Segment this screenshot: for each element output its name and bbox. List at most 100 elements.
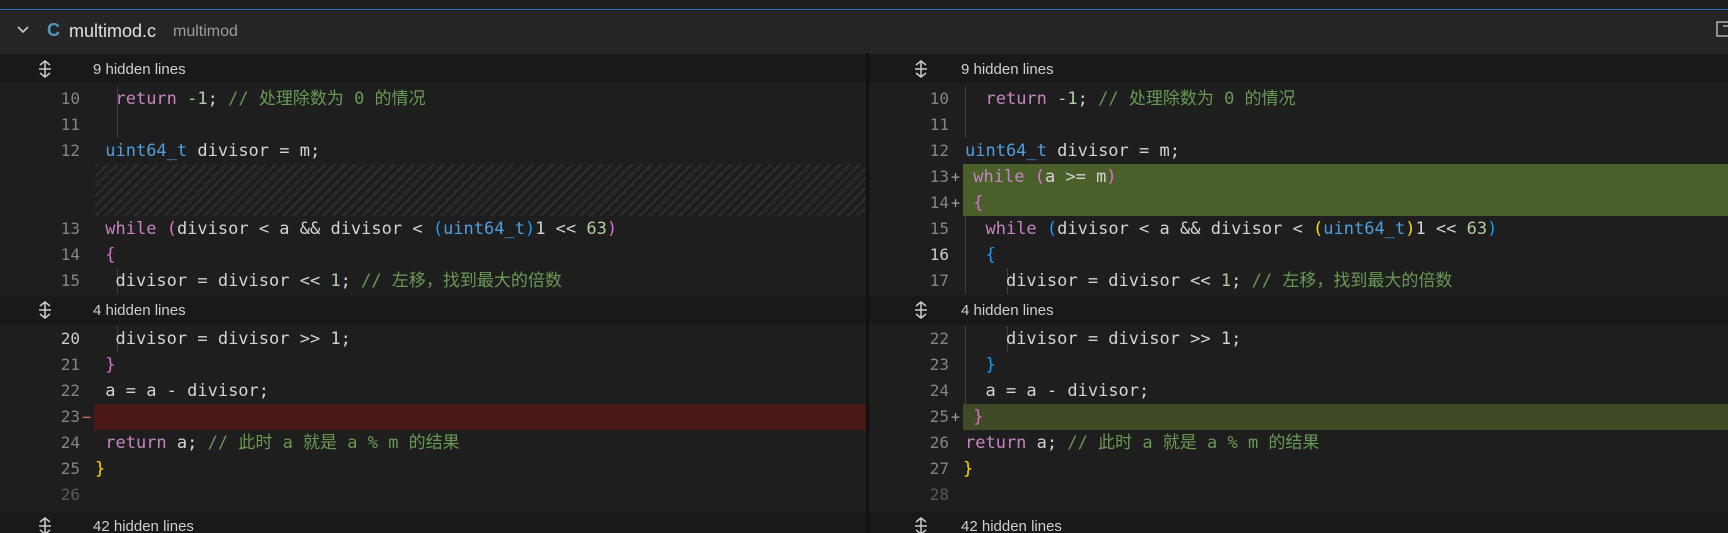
file-name[interactable]: multimod.c: [69, 21, 156, 42]
code-line[interactable]: 27 }: [869, 456, 1728, 482]
hidden-lines-bar[interactable]: 9 hidden lines: [0, 55, 866, 83]
indent-guide: [117, 112, 118, 138]
code-text[interactable]: }: [95, 456, 866, 482]
line-number: 26: [929, 433, 949, 452]
code-text[interactable]: a = a - divisor;: [95, 378, 866, 404]
code-text[interactable]: }: [963, 404, 1728, 430]
hidden-lines-label: 4 hidden lines: [961, 302, 1054, 319]
unfold-icon[interactable]: [912, 517, 930, 533]
hidden-lines-bar[interactable]: 4 hidden lines: [869, 296, 1728, 324]
code-text[interactable]: return a; // 此时 a 就是 a % m 的结果: [965, 430, 1728, 456]
hidden-lines-bar[interactable]: 9 hidden lines: [869, 55, 1728, 83]
unfold-icon[interactable]: [36, 301, 54, 319]
line-number: 17: [929, 271, 949, 290]
hidden-lines-label: 9 hidden lines: [93, 61, 186, 78]
hidden-lines-bar[interactable]: 42 hidden lines: [869, 512, 1728, 533]
code-line[interactable]: 24 a = a - divisor;: [869, 378, 1728, 404]
code-line[interactable]: 13 while (divisor < a && divisor < (uint…: [0, 216, 866, 242]
code-line[interactable]: 12 uint64_t divisor = m;: [869, 138, 1728, 164]
code-line[interactable]: 11: [0, 112, 866, 138]
c-language-icon: C: [47, 20, 60, 40]
modified-editor-pane[interactable]: 9 hidden lines 10 return -1; // 处理除数为 0 …: [869, 53, 1728, 533]
line-number: 23: [60, 407, 80, 426]
code-line[interactable]: 12 uint64_t divisor = m;: [0, 138, 866, 164]
line-number: 14: [929, 193, 949, 212]
code-text[interactable]: a = a - divisor;: [965, 378, 1728, 404]
code-text[interactable]: divisor = divisor >> 1;: [95, 326, 866, 352]
code-line[interactable]: 21 }: [0, 352, 866, 378]
code-text[interactable]: return -1; // 处理除数为 0 的情况: [965, 86, 1728, 112]
code-text[interactable]: while (divisor < a && divisor < (uint64_…: [965, 216, 1728, 242]
code-text[interactable]: }: [963, 456, 1728, 482]
code-text[interactable]: return a; // 此时 a 就是 a % m 的结果: [95, 430, 866, 456]
code-text[interactable]: }: [95, 352, 866, 378]
line-number: 11: [60, 115, 80, 134]
code-line[interactable]: 23 }: [869, 352, 1728, 378]
code-text[interactable]: }: [965, 352, 1728, 378]
line-number: 24: [929, 381, 949, 400]
code-text[interactable]: return -1; // 处理除数为 0 的情况: [95, 86, 866, 112]
line-number: 16: [929, 245, 949, 264]
code-line[interactable]: 22 divisor = divisor >> 1;: [869, 326, 1728, 352]
code-line[interactable]: 15 divisor = divisor << 1; // 左移，找到最大的倍数: [0, 268, 866, 294]
unfold-icon[interactable]: [36, 517, 54, 533]
code-text[interactable]: {: [95, 242, 866, 268]
deleted-line[interactable]: 23 −: [0, 404, 866, 430]
code-line[interactable]: 16 {: [869, 242, 1728, 268]
window-top-border: [0, 0, 1728, 10]
code-line[interactable]: 14 {: [0, 242, 866, 268]
line-number: 10: [929, 89, 949, 108]
deleted-code: [94, 404, 866, 430]
code-line[interactable]: 25 }: [0, 456, 866, 482]
code-text[interactable]: while (a >= m): [963, 164, 1728, 190]
diff-file-header[interactable]: C multimod.c multimod: [0, 11, 1728, 53]
code-text[interactable]: divisor = divisor << 1; // 左移，找到最大的倍数: [965, 268, 1728, 294]
addition-marker: +: [951, 194, 961, 212]
code-line[interactable]: 28: [869, 482, 1728, 508]
unfold-icon[interactable]: [912, 60, 930, 78]
code-line[interactable]: 11: [869, 112, 1728, 138]
line-number: 15: [60, 271, 80, 290]
code-line[interactable]: 15 while (divisor < a && divisor < (uint…: [869, 216, 1728, 242]
code-text[interactable]: divisor = divisor << 1; // 左移，找到最大的倍数: [95, 268, 866, 294]
code-line[interactable]: 10 return -1; // 处理除数为 0 的情况: [869, 86, 1728, 112]
original-editor-pane[interactable]: 9 hidden lines 10 return -1; // 处理除数为 0 …: [0, 53, 866, 533]
code-line[interactable]: 26: [0, 482, 866, 508]
folder-name: multimod: [173, 23, 238, 40]
open-file-icon[interactable]: [1714, 19, 1728, 39]
added-line[interactable]: 14 + {: [869, 190, 1728, 216]
hidden-lines-label: 42 hidden lines: [961, 518, 1062, 533]
code-line[interactable]: 24 return a; // 此时 a 就是 a % m 的结果: [0, 430, 866, 456]
unfold-icon[interactable]: [912, 301, 930, 319]
line-number: 24: [60, 433, 80, 452]
line-number: 12: [60, 141, 80, 160]
code-line[interactable]: 10 return -1; // 处理除数为 0 的情况: [0, 86, 866, 112]
line-number: 23: [929, 355, 949, 374]
line-number: 28: [929, 485, 949, 504]
hidden-lines-label: 42 hidden lines: [93, 518, 194, 533]
added-line[interactable]: 25 + }: [869, 404, 1728, 430]
code-line[interactable]: 22 a = a - divisor;: [0, 378, 866, 404]
code-text[interactable]: {: [963, 190, 1728, 216]
line-number: 27: [929, 459, 949, 478]
line-number: 12: [929, 141, 949, 160]
line-number: 15: [929, 219, 949, 238]
line-number: 22: [60, 381, 80, 400]
line-number: 26: [60, 485, 80, 504]
unfold-icon[interactable]: [36, 60, 54, 78]
code-text[interactable]: while (divisor < a && divisor < (uint64_…: [95, 216, 866, 242]
line-number: 13: [929, 167, 949, 186]
code-text[interactable]: divisor = divisor >> 1;: [965, 326, 1728, 352]
hidden-lines-bar[interactable]: 42 hidden lines: [0, 512, 866, 533]
code-line[interactable]: 26 return a; // 此时 a 就是 a % m 的结果: [869, 430, 1728, 456]
code-line[interactable]: 20 divisor = divisor >> 1;: [0, 326, 866, 352]
line-number: 21: [60, 355, 80, 374]
chevron-down-icon[interactable]: [16, 23, 30, 37]
added-line[interactable]: 13 + while (a >= m): [869, 164, 1728, 190]
addition-marker: +: [951, 408, 961, 426]
hidden-lines-bar[interactable]: 4 hidden lines: [0, 296, 866, 324]
code-line[interactable]: 17 divisor = divisor << 1; // 左移，找到最大的倍数: [869, 268, 1728, 294]
code-text[interactable]: uint64_t divisor = m;: [95, 138, 866, 164]
code-text[interactable]: uint64_t divisor = m;: [965, 138, 1728, 164]
code-text[interactable]: {: [965, 242, 1728, 268]
